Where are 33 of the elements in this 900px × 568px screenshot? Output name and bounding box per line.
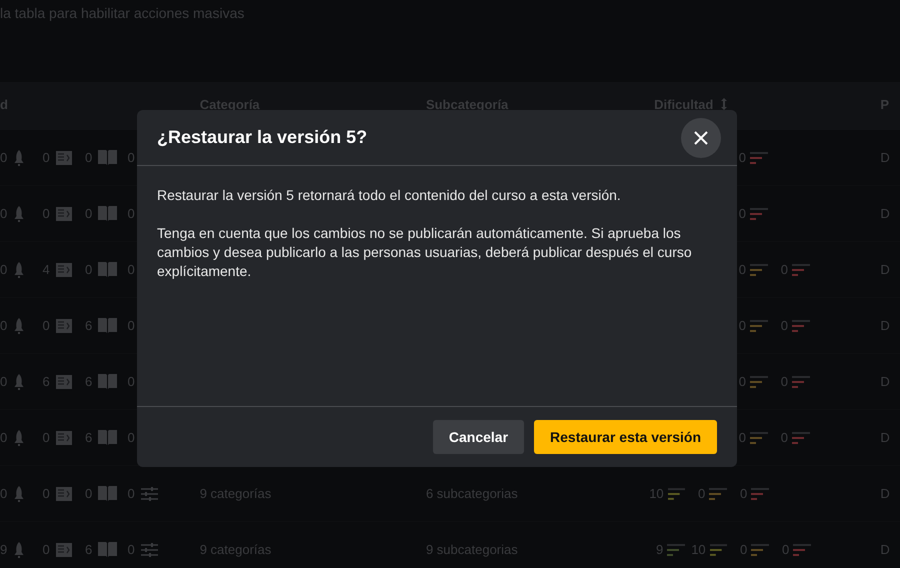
rocket-icon (13, 542, 26, 558)
document-icon (56, 486, 72, 500)
document-icon (56, 318, 72, 332)
dialog-paragraph: Restaurar la versión 5 retornará todo el contenido del curso a esta versión. (157, 186, 622, 205)
rocket-icon (13, 430, 26, 446)
book-icon (98, 318, 118, 333)
restore-button[interactable]: Restaurar esta versión (534, 420, 717, 454)
rocket-icon (13, 262, 26, 278)
dialog-title: ¿Restaurar la versión 5? (157, 127, 368, 148)
book-icon (98, 486, 118, 501)
book-icon (98, 430, 118, 445)
close-button[interactable] (681, 118, 721, 158)
book-icon (98, 150, 118, 165)
book-icon (98, 262, 118, 277)
document-icon (56, 206, 72, 220)
rocket-icon (13, 318, 26, 334)
sliders-icon (140, 542, 158, 556)
cancel-button[interactable]: Cancelar (432, 420, 524, 454)
book-icon (98, 542, 118, 557)
rocket-icon (13, 486, 26, 502)
book-icon (98, 206, 118, 221)
rocket-icon (13, 150, 26, 166)
book-icon (98, 374, 118, 389)
document-icon (56, 262, 72, 276)
document-icon (56, 542, 72, 556)
rocket-icon (13, 374, 26, 390)
rocket-icon (13, 206, 26, 222)
document-icon (56, 374, 72, 388)
dialog-paragraph: Tenga en cuenta que los cambios no se publicarán automáticamente. Si aprueba los cambios y desea publicarlo a las personas usuarias, deberá publicar después el curso explícitamente. (157, 224, 693, 281)
sliders-icon (140, 486, 158, 500)
document-icon (56, 150, 72, 164)
close-icon (694, 130, 708, 144)
document-icon (56, 430, 72, 444)
